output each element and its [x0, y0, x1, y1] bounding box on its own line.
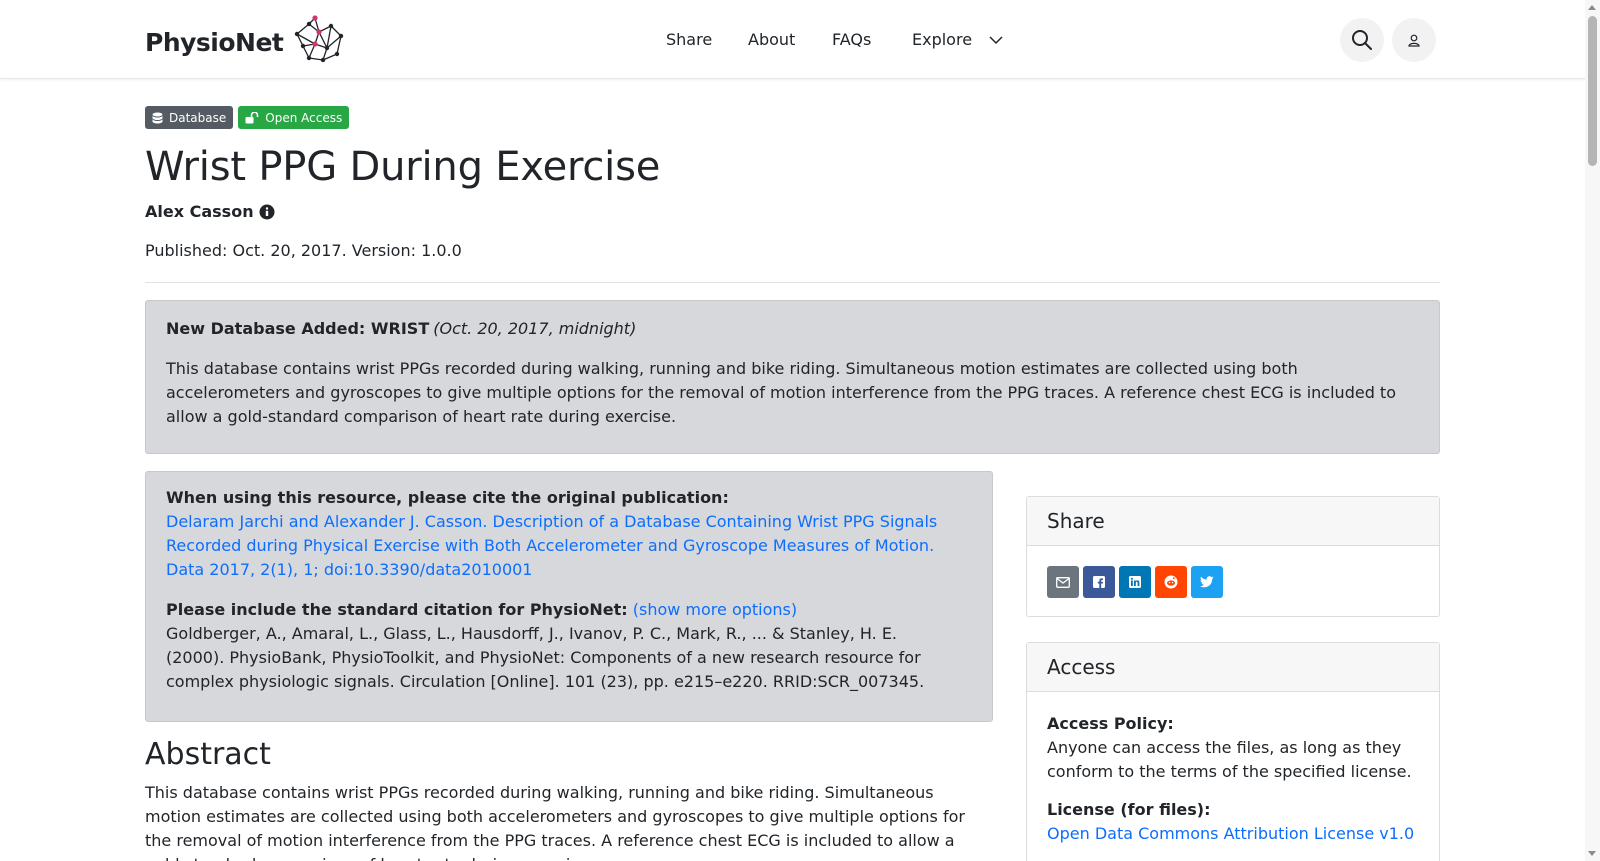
reddit-icon [1164, 575, 1178, 589]
share-reddit-button[interactable] [1155, 566, 1187, 598]
divider [145, 282, 1440, 283]
share-card-title: Share [1027, 497, 1439, 546]
account-button[interactable] [1392, 18, 1436, 62]
share-linkedin-button[interactable] [1119, 566, 1151, 598]
database-badge-label: Database [169, 110, 227, 125]
nav-about[interactable]: About [748, 30, 795, 49]
license-link[interactable]: Open Data Commons Attribution License v1… [1047, 824, 1414, 843]
linkedin-icon [1129, 576, 1141, 588]
published-version: Published: Oct. 20, 2017. Version: 1.0.0 [145, 241, 462, 260]
share-card: Share [1026, 496, 1440, 617]
news-body: This database contains wrist PPGs record… [166, 359, 1396, 426]
standard-citation-label: Please include the standard citation for… [166, 600, 628, 619]
show-more-options-link[interactable]: (show more options) [633, 600, 797, 619]
author-line: Alex Casson [145, 202, 275, 221]
search-button[interactable] [1340, 18, 1384, 62]
database-icon [152, 112, 163, 123]
abstract-heading: Abstract [145, 737, 271, 772]
chevron-down-icon [989, 36, 1003, 45]
twitter-icon [1200, 576, 1214, 588]
share-facebook-button[interactable] [1083, 566, 1115, 598]
database-badge: Database [145, 106, 234, 129]
top-navbar: PhysioNet Share About FAQs Explore [0, 0, 1600, 79]
access-policy-text: Anyone can access the files, as long as … [1047, 738, 1412, 781]
share-buttons [1027, 546, 1439, 618]
page-scrollbar[interactable] [1585, 0, 1600, 861]
news-heading: New Database Added: WRIST (Oct. 20, 2017,… [166, 317, 1419, 341]
open-access-label: Open Access [265, 110, 343, 125]
nav-share[interactable]: Share [666, 30, 712, 49]
project-badges: Database Open Access [145, 106, 354, 129]
access-card-body: Access Policy: Anyone can access the fil… [1027, 692, 1439, 846]
news-headline: New Database Added: WRIST [166, 319, 430, 338]
license-label: License (for files): [1047, 800, 1211, 819]
access-policy-label: Access Policy: [1047, 714, 1174, 733]
nav-faqs[interactable]: FAQs [832, 30, 871, 49]
abstract-body: This database contains wrist PPGs record… [145, 783, 965, 861]
share-email-button[interactable] [1047, 566, 1079, 598]
citation-heading: When using this resource, please cite th… [166, 488, 729, 507]
news-date: (Oct. 20, 2017, midnight) [433, 319, 637, 338]
access-card-title: Access [1027, 643, 1439, 692]
author-name: Alex Casson [145, 202, 254, 221]
citation-box: When using this resource, please cite th… [145, 471, 993, 722]
info-icon[interactable] [259, 204, 275, 220]
email-icon [1056, 576, 1070, 588]
news-alert: New Database Added: WRIST (Oct. 20, 2017,… [145, 300, 1440, 454]
scroll-down-arrow-icon[interactable] [1588, 851, 1596, 856]
standard-citation-text: Goldberger, A., Amaral, L., Glass, L., H… [166, 624, 925, 691]
brand-home-link[interactable]: PhysioNet [145, 14, 347, 66]
original-publication-link[interactable]: Delaram Jarchi and Alexander J. Casson. … [166, 510, 956, 582]
scrollbar-thumb[interactable] [1588, 16, 1597, 166]
user-icon [1408, 34, 1420, 47]
physionet-logo-icon [295, 15, 344, 63]
standard-citation-heading: Please include the standard citation for… [166, 598, 972, 622]
share-twitter-button[interactable] [1191, 566, 1223, 598]
access-card: Access Access Policy: Anyone can access … [1026, 642, 1440, 861]
facebook-icon [1093, 576, 1105, 588]
unlock-icon [245, 111, 259, 123]
project-title: Wrist PPG During Exercise [145, 144, 661, 190]
brand-name: PhysioNet [145, 27, 284, 57]
scroll-up-arrow-icon[interactable] [1588, 5, 1596, 10]
search-icon [1352, 30, 1372, 50]
open-access-badge: Open Access [238, 106, 350, 129]
nav-explore-dropdown[interactable]: Explore [912, 30, 1003, 49]
nav-explore-label: Explore [912, 30, 973, 49]
